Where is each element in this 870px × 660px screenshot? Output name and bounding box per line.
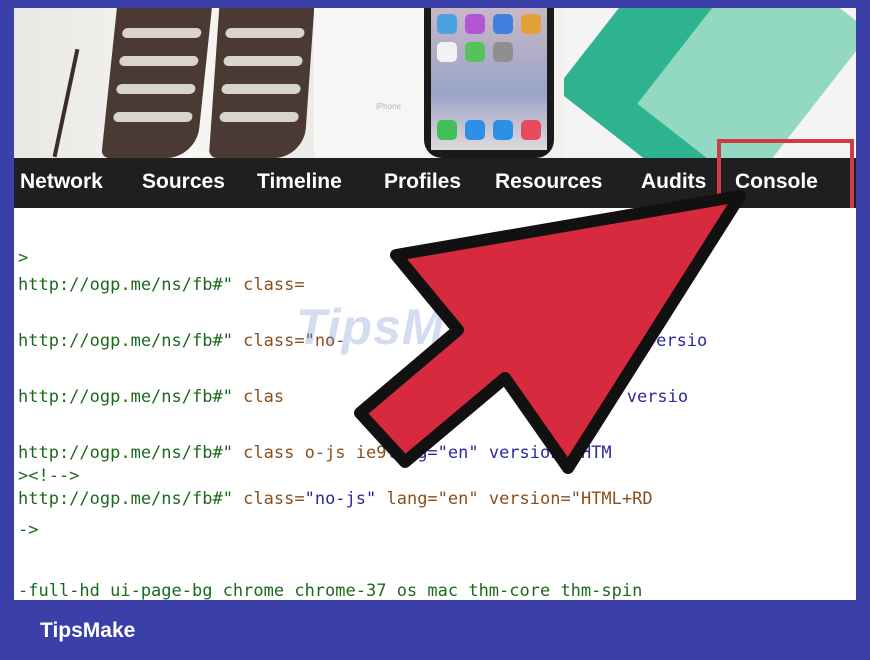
console-line: http://ogp.me/ns/fb#" class o-js ie9lang… — [18, 443, 612, 463]
console-highlight-box — [717, 139, 854, 218]
console-line: -> — [18, 520, 39, 540]
abstract-graphic — [564, 8, 856, 158]
console-line: http://ogp.me/ns/fb#" clas lang="en" ver… — [18, 387, 689, 407]
phone-screen — [431, 8, 547, 150]
shoe-right — [208, 8, 315, 158]
heel-spike — [52, 48, 80, 158]
phone-image: iPhone — [314, 8, 554, 158]
phone-device — [424, 8, 554, 158]
tab-audits[interactable]: Audits — [641, 170, 706, 194]
watermark-logo: TipsMake.com — [296, 299, 568, 355]
header-photo: iPhone — [14, 8, 856, 158]
tab-sources[interactable]: Sources — [142, 170, 225, 194]
console-line: > — [18, 248, 29, 268]
console-output: > http://ogp.me/ns/fb#" class= g="en" ver… — [14, 208, 856, 600]
phone-label: iPhone — [376, 102, 401, 111]
console-line: ><!--> — [18, 466, 80, 486]
shoe-left — [101, 8, 212, 158]
footer-bar: TipsMake — [0, 602, 870, 660]
console-line: http://ogp.me/ns/fb#" class="no-js" lang… — [18, 489, 653, 509]
tab-network[interactable]: Network — [20, 170, 103, 194]
tab-resources[interactable]: Resources — [495, 170, 602, 194]
tab-profiles[interactable]: Profiles — [384, 170, 461, 194]
console-line: -full-hd ui-page-bg chrome chrome-37 os … — [18, 581, 643, 600]
console-line: http://ogp.me/ns/fb#" class= g="en" versi… — [18, 275, 681, 295]
shoes-image — [14, 8, 315, 158]
tab-timeline[interactable]: Timeline — [257, 170, 342, 194]
screenshot-frame: iPhone Network Sources Timeline Profiles… — [14, 8, 856, 600]
brand-logo-text: TipsMake — [40, 619, 136, 642]
